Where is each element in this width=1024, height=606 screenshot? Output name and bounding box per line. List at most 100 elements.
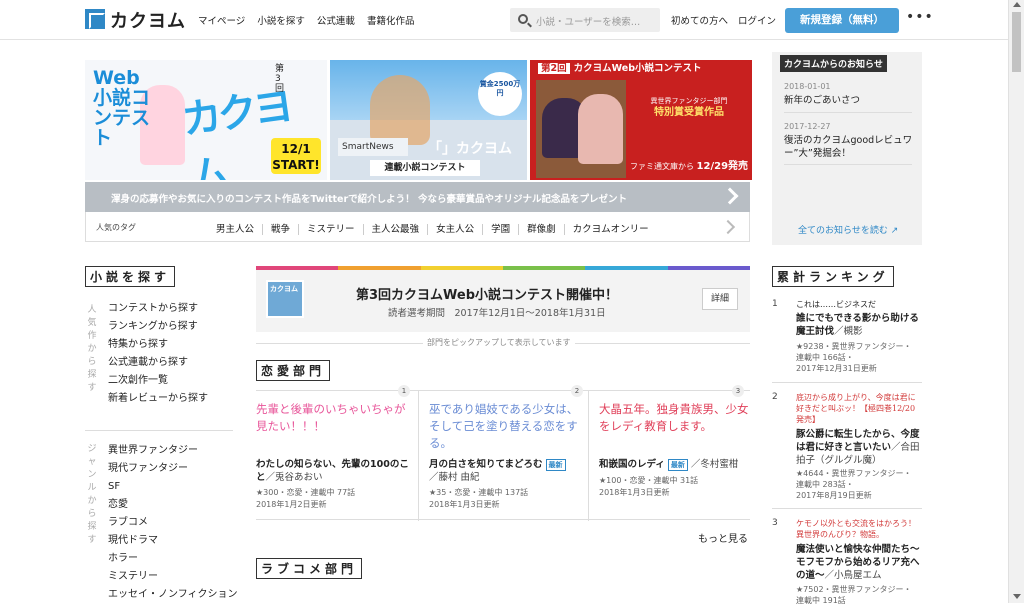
scroll-down-arrow-icon[interactable] [1013,594,1021,599]
nav-mypage[interactable]: マイページ [198,16,245,27]
nav-published-works[interactable]: 書籍化作品 [367,16,415,27]
search-link[interactable]: 特集から探す [108,336,208,354]
search-link[interactable]: 二次創作一覧 [108,372,208,390]
nav-official-serial[interactable]: 公式連載 [317,16,355,27]
catchphrase[interactable]: ケモノ以外とも交流をはかろう！異世界のんびり？物語。 [796,518,920,540]
catchphrase[interactable]: 巫であり娼妓である少女は、そして己を塗り替える恋をする。 [429,401,585,452]
all-announcements-link[interactable]: 全てのお知らせを読む ↗ [798,223,898,236]
top-header: カクヨム マイページ 小説を探す 公式連載 書籍化作品 小説・ユーザーを検索… … [0,0,1008,40]
genre-links: 異世界ファンタジー 現代ファンタジー SF 恋愛 ラブコメ 現代ドラマ ホラー … [108,442,238,604]
genre-link[interactable]: 現代ファンタジー [108,460,238,478]
work-title[interactable]: 月の白さを知りてまどろむ [429,459,543,470]
see-more-link[interactable]: もっと見る [698,530,748,545]
register-button[interactable]: 新規登録（無料） [785,8,899,33]
tag-item[interactable]: 主人公最強 [362,224,428,235]
author[interactable]: ／藤村 由紀 [429,472,480,483]
scroll-up-arrow-icon[interactable] [1013,2,1021,7]
genre-link[interactable]: SF [108,478,238,496]
work-title-line[interactable]: 月の白さを知りてまどろむ 最新 ／藤村 由紀 [429,458,589,484]
ranking-item[interactable]: 1 これは……ビジネスだ 誰にでもできる影から助ける魔王討伐／槻影 ★9238・… [772,299,922,375]
genre-link[interactable]: 恋愛 [108,496,238,514]
vertical-scrollbar[interactable] [1008,0,1024,603]
twitter-promo-bar[interactable]: 渾身の応募作やお気に入りのコンテスト作品をTwitterで紹介しよう！ 今なら豪… [85,182,750,212]
contest-thumbnail[interactable]: カクヨム [266,280,304,318]
promo-text: 渾身の応募作やお気に入りのコンテスト作品をTwitterで紹介しよう！ 今なら豪… [111,194,627,205]
ranking-item[interactable]: 2 底辺から成り上がり、今度は君に好きだと叫ぶッ！【極四巻12/20発売】 豚公… [772,392,922,502]
announcement-title[interactable]: 復活のカクヨムgoodレビュワー”大”発掘会！ [784,134,914,160]
genre-link[interactable]: エッセイ・ノンフィクション [108,586,238,604]
work-meta: ★300・恋愛・連載中 77話 [256,488,356,497]
tag-item[interactable]: 学園 [482,224,519,235]
romance-category-heading: 恋愛部門 [256,360,331,381]
search-link[interactable]: 新着レビューから探す [108,390,208,408]
tag-item[interactable]: カクヨムオンリー [563,224,657,235]
tag-item[interactable]: 女主人公 [427,224,483,235]
login-link[interactable]: ログイン [738,13,776,27]
lovecome-category-heading: ラブコメ部門 [256,558,363,579]
work-card[interactable]: 3 大晶五年。独身貴族男、少女をレディ教育します。 和嵌国のレディ 最新 ／冬村蜜柑… [588,385,752,521]
kakuyomu-logo-icon[interactable] [85,9,105,29]
search-box[interactable]: 小説・ユーザーを検索… [510,8,660,32]
work-title-line[interactable]: 魔法使いと愉快な仲間たち～モフモフから始めるリア充への道～／小鳥屋エム [796,543,920,582]
catchphrase[interactable]: 底辺から成り上がり、今度は君に好きだと叫ぶッ！【極四巻12/20発売】 [796,392,920,425]
scrollbar-thumb[interactable] [1012,12,1021,72]
first-time-link[interactable]: 初めての方へ [671,13,728,27]
genre-link[interactable]: ホラー [108,550,238,568]
work-card[interactable]: 2 巫であり娼妓である少女は、そして己を塗り替える恋をする。 月の白さを知りてま… [418,385,585,521]
divider [772,382,922,383]
details-button[interactable]: 詳細 [702,288,738,310]
tag-item[interactable]: ミステリー [298,224,363,235]
more-menu-icon[interactable]: ••• [906,9,934,25]
chevron-right-icon[interactable] [720,219,736,235]
genre-link[interactable]: 現代ドラマ [108,532,238,550]
main-nav: マイページ 小説を探す 公式連載 書籍化作品 [198,13,423,27]
banner-web-contest[interactable]: Web小説コンテスト カクヨム 第3回 12/1 START! [85,60,327,180]
search-link[interactable]: 公式連載から探す [108,354,208,372]
catchphrase[interactable]: これは……ビジネスだ [796,299,920,310]
author[interactable]: ／小鳥屋エム [825,570,882,581]
pickup-note: 部門をピックアップして表示しています [256,337,750,349]
catchphrase[interactable]: 大晶五年。独身貴族男、少女をレディ教育します。 [599,401,749,435]
meta-line: 2017年8月19日更新 [796,491,872,500]
catchphrase[interactable]: 先輩と後輩のいちゃいちゃが見たい！！！ [256,401,412,435]
contest-title[interactable]: 第3回カクヨムWeb小説コンテスト開催中！ [356,284,618,303]
chevron-right-icon[interactable] [721,187,739,205]
ranking-item[interactable]: 3 ケモノ以外とも交流をはかろう！異世界のんびり？物語。 魔法使いと愉快な仲間た… [772,518,922,605]
author[interactable]: ／冬村蜜柑 [691,459,739,470]
author[interactable]: ／槻影 [834,326,863,337]
tag-item[interactable]: 男主人公 [208,224,262,235]
tag-item[interactable]: 群像劇 [518,224,564,235]
work-meta: ★100・恋愛・連載中 31話 [599,476,699,485]
work-title[interactable]: 和嵌国のレディ [599,459,665,470]
genre-link[interactable]: 異世界ファンタジー [108,442,238,460]
work-title-line[interactable]: 誰にでもできる影から助ける魔王討伐／槻影 [796,312,920,338]
work-meta: ★35・恋愛・連載中 137話 [429,488,529,497]
search-icon[interactable] [518,14,528,24]
contest-panel: カクヨム 第3回カクヨムWeb小説コンテスト開催中！ 読者選考期間 2017年1… [256,270,750,332]
genre-link[interactable]: ラブコメ [108,514,238,532]
announcement-title[interactable]: 新年のごあいさつ [784,94,914,107]
announcement-item[interactable]: 2018-01-01 新年のごあいさつ [784,80,914,107]
genre-vertical-label: ジャンルから探す [87,444,97,545]
popular-tags-bar: 人気のタグ 男主人公 戦争 ミステリー 主人公最強 女主人公 学園 群像劇 カクヨムオンリー [85,212,750,242]
work-card[interactable]: 1 先輩と後輩のいちゃいちゃが見たい！！！ わたしの知らない、先輩の100のこと… [256,385,420,521]
divider [85,430,233,431]
work-title-line[interactable]: わたしの知らない、先輩の100のこと／兎谷あおい [256,458,416,484]
search-link[interactable]: コンテストから探す [108,300,208,318]
tag-list: 男主人公 戦争 ミステリー 主人公最強 女主人公 学園 群像劇 カクヨムオンリー [208,221,657,235]
search-input[interactable]: 小説・ユーザーを検索… [536,14,640,28]
banner-title: カクヨムWeb小説コンテスト [573,63,702,74]
author[interactable]: ／兎谷あおい [266,472,323,483]
smartnews-label: SmartNews [338,138,408,156]
tag-item[interactable]: 戦争 [262,224,299,235]
nav-search-novels[interactable]: 小説を探す [257,16,305,27]
work-title-line[interactable]: 豚公爵に転生したから、今度は君に好きと言いたい／合田拍子（グルグル魔） [796,428,920,467]
banner-second-contest[interactable]: 第2回 カクヨムWeb小説コンテスト 異世界ファンタジー部門 特別賞受賞作品 ファ… [530,60,752,180]
banner-smartnews-contest[interactable]: 賞金2500万円 SmartNews 「」カクヨム 連載小説コンテスト [330,60,527,180]
search-link[interactable]: ランキングから探す [108,318,208,336]
genre-link[interactable]: ミステリー [108,568,238,586]
site-logo-text[interactable]: カクヨム [110,7,186,33]
work-title-line[interactable]: 和嵌国のレディ 最新 ／冬村蜜柑 [599,458,759,471]
all-announcements-label[interactable]: 全てのお知らせを読む [798,226,888,236]
announcement-item[interactable]: 2017-12-27 復活のカクヨムgoodレビュワー”大”発掘会！ [784,120,914,160]
